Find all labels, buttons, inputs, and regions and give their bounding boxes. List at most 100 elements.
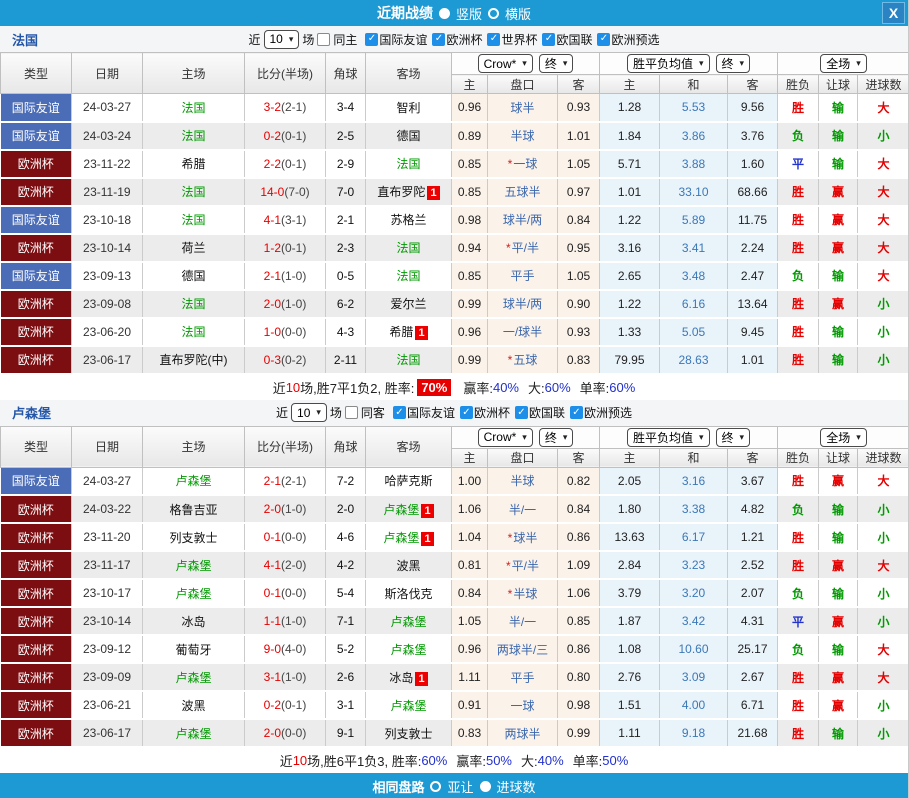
score-cell: 0-2(0-1) [245, 691, 326, 719]
league-checkbox[interactable]: ✓ [570, 406, 583, 419]
same-home-checkbox[interactable] [317, 33, 330, 46]
league-label: 欧洲预选 [611, 31, 659, 48]
handicap-result-cell: 赢 [819, 467, 858, 495]
avg-stage-select[interactable]: 终▾ [716, 428, 751, 447]
handicap-result-cell: 输 [819, 122, 858, 150]
match-date-cell: 24-03-22 [72, 495, 143, 523]
avg-stage-select[interactable]: 终▾ [716, 54, 751, 73]
score-cell: 2-2(0-1) [245, 150, 326, 178]
league-checkbox[interactable]: ✓ [432, 33, 445, 46]
handicap-result-cell: 输 [819, 150, 858, 178]
away-team-cell: 哈萨克斯 [366, 467, 452, 495]
chevron-down-icon: ▾ [522, 433, 527, 442]
odds-away-cell: 0.82 [558, 467, 600, 495]
result-cell: 负 [778, 262, 819, 290]
avg-odds-select[interactable]: 胜平负均值▾ [627, 54, 710, 73]
odds-away-cell: 0.86 [558, 523, 600, 551]
lux-summary: 近10场,胜6平1负3, 胜率:60%赢率:50%大:40%单率:50% [0, 748, 908, 773]
avg-away-cell: 4.82 [728, 495, 778, 523]
goals-result-cell: 小 [858, 607, 909, 635]
horizontal-layout-radio[interactable] [488, 8, 499, 19]
away-team-cell: 卢森堡 [366, 607, 452, 635]
away-team-cell: 卢森堡 [366, 635, 452, 663]
col-handicap: 盘口 [488, 448, 558, 467]
col-let-result: 让球 [819, 75, 858, 94]
odds-stage-select[interactable]: 终▾ [539, 54, 574, 73]
result-cell: 胜 [778, 318, 819, 346]
match-date-cell: 23-10-17 [72, 579, 143, 607]
recent-results-window: 近期战绩 竖版 横版 X 法国 近 10▾ 场 同主 ✓国际友谊✓欧洲杯✓世界杯… [0, 0, 909, 798]
handicap-result-cell: 赢 [819, 691, 858, 719]
match-type-cell: 欧洲杯 [1, 551, 72, 579]
odds-home-cell: 1.04 [452, 523, 488, 551]
asian-handicap-label: 亚让 [447, 777, 473, 796]
league-checkbox[interactable]: ✓ [393, 406, 406, 419]
col-away: 客场 [366, 426, 452, 467]
league-checkbox[interactable]: ✓ [365, 33, 378, 46]
vertical-layout-radio[interactable] [439, 8, 450, 19]
result-cell: 负 [778, 122, 819, 150]
home-team-cell: 法国 [143, 178, 245, 206]
score-cell: 2-0(1-0) [245, 495, 326, 523]
window-title: 近期战绩 [377, 3, 433, 23]
corner-cell: 2-1 [326, 206, 366, 234]
result-cell: 胜 [778, 691, 819, 719]
chevron-down-icon: ▾ [856, 59, 861, 68]
result-cell: 胜 [778, 551, 819, 579]
fulltime-select[interactable]: 全场▾ [820, 428, 867, 447]
goals-result-cell: 大 [858, 663, 909, 691]
avg-away-cell: 2.47 [728, 262, 778, 290]
close-button[interactable]: X [882, 2, 905, 24]
goals-result-cell: 大 [858, 467, 909, 495]
avg-odds-select[interactable]: 胜平负均值▾ [627, 428, 710, 447]
corner-cell: 3-1 [326, 691, 366, 719]
away-team-cell: 法国 [366, 262, 452, 290]
lux-filter-bar: 卢森堡 近 10▾ 场 同客 ✓国际友谊✓欧洲杯✓欧国联✓欧洲预选 [0, 400, 908, 426]
away-team-cell: 卢森堡1 [366, 495, 452, 523]
home-team-cell: 卢森堡 [143, 719, 245, 747]
away-team-cell: 斯洛伐克 [366, 579, 452, 607]
handicap-result-cell: 输 [819, 94, 858, 122]
check-icon: ✓ [517, 408, 525, 418]
home-team-cell: 法国 [143, 290, 245, 318]
league-checkbox[interactable]: ✓ [597, 33, 610, 46]
chevron-down-icon: ▾ [522, 59, 527, 68]
match-row: 欧洲杯 24-03-22 格鲁吉亚 2-0(1-0) 2-0 卢森堡1 1.06… [1, 495, 909, 523]
avg-home-cell: 1.28 [600, 94, 660, 122]
odds-stage-select[interactable]: 终▾ [539, 428, 574, 447]
result-cell: 负 [778, 635, 819, 663]
match-date-cell: 23-11-17 [72, 551, 143, 579]
odds-away-cell: 1.05 [558, 262, 600, 290]
odds-group-header: Crow*▾ 终▾ [452, 426, 600, 448]
handicap-cell: 五球半 [488, 178, 558, 206]
odds-company-select[interactable]: Crow*▾ [478, 428, 533, 447]
score-cell: 0-1(0-0) [245, 523, 326, 551]
match-count-select[interactable]: 10▾ [291, 403, 327, 422]
league-checkbox[interactable]: ✓ [460, 406, 473, 419]
avg-draw-cell: 3.20 [660, 579, 728, 607]
handicap-result-cell: 输 [819, 495, 858, 523]
match-type-cell: 国际友谊 [1, 122, 72, 150]
same-home-label: 同主 [333, 31, 357, 48]
match-count-select[interactable]: 10▾ [264, 30, 300, 49]
odds-company-select[interactable]: Crow*▾ [478, 54, 533, 73]
goals-radio[interactable] [480, 781, 491, 792]
avg-away-cell: 13.64 [728, 290, 778, 318]
asian-handicap-radio[interactable] [430, 781, 441, 792]
same-away-checkbox[interactable] [345, 406, 358, 419]
league-checkbox[interactable]: ✓ [542, 33, 555, 46]
league-label: 欧国联 [556, 31, 592, 48]
away-team-cell: 卢森堡1 [366, 523, 452, 551]
close-icon: X [889, 5, 898, 21]
col-avg-home: 主 [600, 75, 660, 94]
league-checkbox[interactable]: ✓ [515, 406, 528, 419]
fulltime-select[interactable]: 全场▾ [820, 54, 867, 73]
league-checkbox[interactable]: ✓ [487, 33, 500, 46]
away-team-cell: 卢森堡 [366, 691, 452, 719]
avg-away-cell: 1.21 [728, 523, 778, 551]
summary-stats: 赢率:40%大:60%单率:60% [454, 378, 635, 397]
odds-away-cell: 1.05 [558, 150, 600, 178]
home-team-cell: 葡萄牙 [143, 635, 245, 663]
avg-group-header: 胜平负均值▾ 终▾ [600, 426, 778, 448]
away-team-cell: 列支敦士 [366, 719, 452, 747]
